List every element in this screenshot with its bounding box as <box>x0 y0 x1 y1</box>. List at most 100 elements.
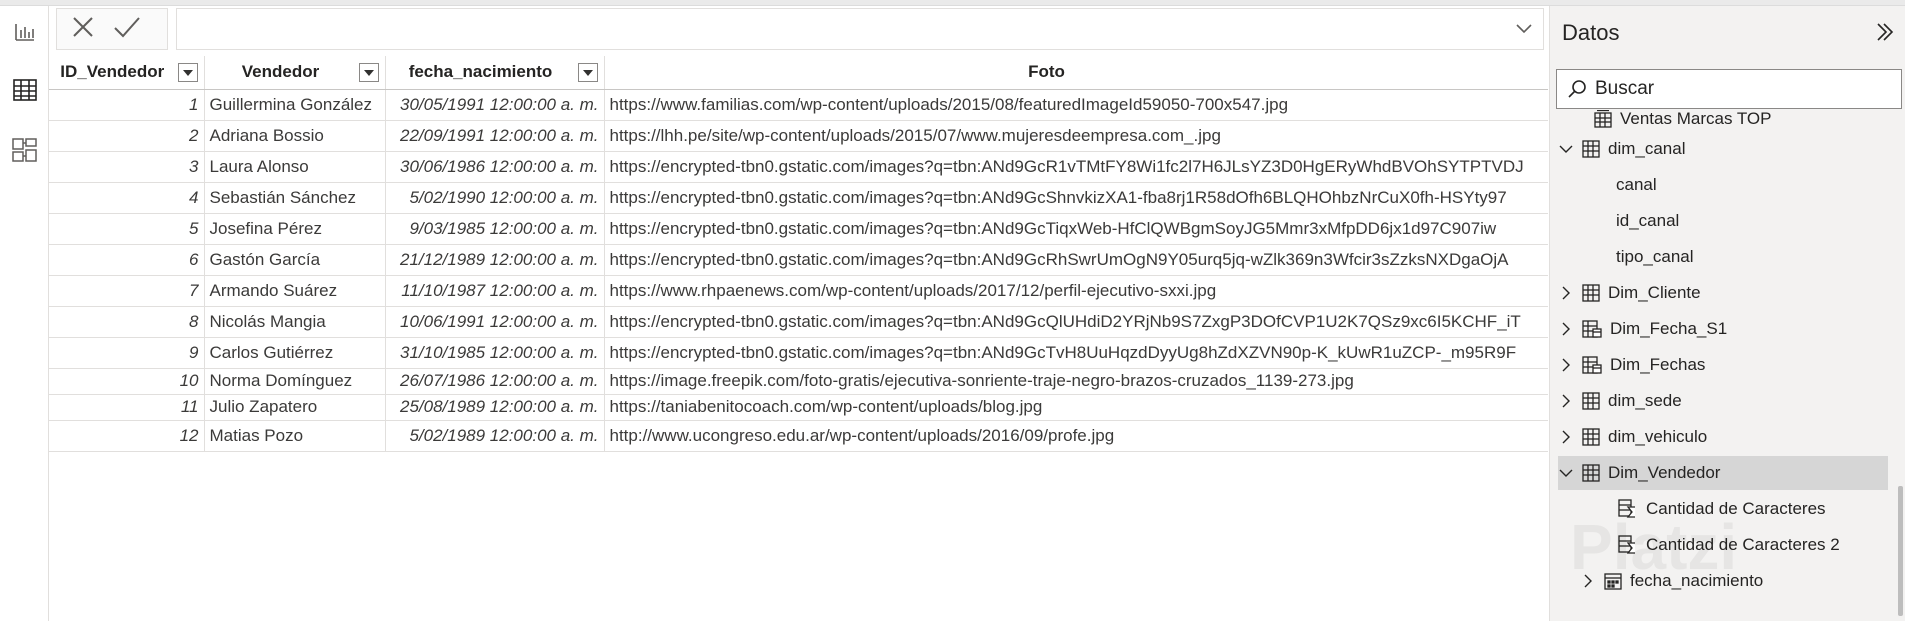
chevron-right-icon[interactable] <box>1558 430 1574 444</box>
search-icon <box>1568 80 1586 98</box>
tree-item-tipo-canal[interactable]: tipo_canal <box>1616 240 1694 274</box>
chevron-right-icon[interactable] <box>1558 358 1574 372</box>
pane-scrollbar[interactable] <box>1898 486 1903 616</box>
tree-item-dim-fechas[interactable]: Dim_Fechas <box>1558 348 1705 382</box>
column-header-fecha-nacimiento[interactable]: fecha_nacimiento <box>385 56 605 90</box>
column-header-id-vendedor[interactable]: ID_Vendedor <box>49 56 205 90</box>
table-row[interactable]: 10 Norma Domínguez 26/07/1986 12:00:00 a. … <box>49 368 1548 395</box>
cell-id[interactable]: 3 <box>49 151 205 183</box>
cell-id[interactable]: 5 <box>49 213 205 245</box>
chevron-right-icon[interactable] <box>1558 286 1574 300</box>
cell-fecha[interactable]: 21/12/1989 12:00:00 a. m. <box>385 244 605 276</box>
cell-foto[interactable]: https://encrypted-tbn0.gstatic.com/image… <box>604 213 1548 245</box>
data-view-button[interactable] <box>0 68 49 112</box>
chevron-down-icon[interactable] <box>1558 468 1574 478</box>
table-row[interactable]: 4 Sebastián Sánchez 5/02/1990 12:00:00 a. … <box>49 182 1548 214</box>
table-row[interactable]: 8 Nicolás Mangia 10/06/1991 12:00:00 a. m.… <box>49 306 1548 338</box>
collapse-pane-button[interactable] <box>1875 22 1895 47</box>
filter-dropdown-button[interactable] <box>177 63 198 82</box>
table-row[interactable]: 9 Carlos Gutiérrez 31/10/1985 12:00:00 a. … <box>49 337 1548 369</box>
cell-vendedor[interactable]: Laura Alonso <box>204 151 386 183</box>
cell-id[interactable]: 7 <box>49 275 205 307</box>
cell-id[interactable]: 12 <box>49 420 205 452</box>
watermark-logo: Platzi <box>1570 511 1738 583</box>
cell-foto[interactable]: https://image.freepik.com/foto-gratis/ej… <box>604 368 1548 395</box>
cell-foto[interactable]: https://www.rhpaenews.com/wp-content/upl… <box>604 275 1548 307</box>
table-row[interactable]: 11 Julio Zapatero 25/08/1989 12:00:00 a. m… <box>49 394 1548 421</box>
tree-item-dim-vendedor[interactable]: Dim_Vendedor <box>1558 456 1888 490</box>
cell-vendedor[interactable]: Nicolás Mangia <box>204 306 386 338</box>
data-grid: ID_Vendedor Vendedor fecha_nacimiento Fo… <box>49 56 1548 621</box>
cell-vendedor[interactable]: Carlos Gutiérrez <box>204 337 386 369</box>
table-row[interactable]: 3 Laura Alonso 30/06/1986 12:00:00 a. m. ht… <box>49 151 1548 183</box>
expand-formula-button[interactable] <box>1515 22 1533 40</box>
table-row[interactable]: 5 Josefina Pérez 9/03/1985 12:00:00 a. m. h… <box>49 213 1548 245</box>
cell-vendedor[interactable]: Guillermina González <box>204 89 386 121</box>
table-row[interactable]: 6 Gastón García 21/12/1989 12:00:00 a. m. h… <box>49 244 1548 276</box>
tree-item-dim-vehiculo[interactable]: dim_vehiculo <box>1558 420 1707 454</box>
cell-id[interactable]: 1 <box>49 89 205 121</box>
cell-foto[interactable]: https://encrypted-tbn0.gstatic.com/image… <box>604 151 1548 183</box>
double-chevron-right-icon <box>1877 23 1894 41</box>
cell-foto[interactable]: https://encrypted-tbn0.gstatic.com/image… <box>604 306 1548 338</box>
cell-fecha[interactable]: 22/09/1991 12:00:00 a. m. <box>385 120 605 152</box>
cell-id[interactable]: 10 <box>49 368 205 395</box>
cell-vendedor[interactable]: Sebastián Sánchez <box>204 182 386 214</box>
cell-fecha[interactable]: 26/07/1986 12:00:00 a. m. <box>385 368 605 395</box>
tree-item-dim-fecha-s1[interactable]: Dim_Fecha_S1 <box>1558 312 1727 346</box>
table-row[interactable]: 2 Adriana Bossio 22/09/1991 12:00:00 a. m.… <box>49 120 1548 152</box>
tree-item-canal[interactable]: canal <box>1616 168 1657 202</box>
cell-id[interactable]: 9 <box>49 337 205 369</box>
cell-foto[interactable]: http://www.ucongreso.edu.ar/wp-content/u… <box>604 420 1548 452</box>
tree-item-id-canal[interactable]: id_canal <box>1616 204 1679 238</box>
cell-foto[interactable]: https://encrypted-tbn0.gstatic.com/image… <box>604 244 1548 276</box>
table-row[interactable]: 7 Armando Suárez 11/10/1987 12:00:00 a. m.… <box>49 275 1548 307</box>
cell-id[interactable]: 11 <box>49 394 205 421</box>
column-header-foto[interactable]: Foto <box>604 56 1548 90</box>
cell-id[interactable]: 8 <box>49 306 205 338</box>
cell-vendedor[interactable]: Adriana Bossio <box>204 120 386 152</box>
filter-dropdown-button[interactable] <box>358 63 379 82</box>
cell-fecha[interactable]: 30/06/1986 12:00:00 a. m. <box>385 151 605 183</box>
cell-foto[interactable]: https://lhh.pe/site/wp-content/uploads/2… <box>604 120 1548 152</box>
cell-fecha[interactable]: 10/06/1991 12:00:00 a. m. <box>385 306 605 338</box>
cell-foto[interactable]: https://encrypted-tbn0.gstatic.com/image… <box>604 182 1548 214</box>
cell-fecha[interactable]: 5/02/1990 12:00:00 a. m. <box>385 182 605 214</box>
cell-fecha[interactable]: 30/05/1991 12:00:00 a. m. <box>385 89 605 121</box>
cell-fecha[interactable]: 31/10/1985 12:00:00 a. m. <box>385 337 605 369</box>
model-view-button[interactable] <box>0 128 49 172</box>
chevron-right-icon[interactable] <box>1558 322 1574 336</box>
tree-item-label: id_canal <box>1616 211 1680 230</box>
table-row[interactable]: 1 Guillermina González 30/05/1991 12:00:00… <box>49 89 1548 121</box>
cell-vendedor[interactable]: Josefina Pérez <box>204 213 386 245</box>
cell-foto[interactable]: https://taniabenitocoach.com/wp-content/… <box>604 394 1548 421</box>
cell-id[interactable]: 4 <box>49 182 205 214</box>
tree-item-dim-canal[interactable]: dim_canal <box>1558 132 1686 166</box>
search-input[interactable] <box>1595 78 1885 100</box>
cell-foto[interactable]: https://encrypted-tbn0.gstatic.com/image… <box>604 337 1548 369</box>
filter-dropdown-button[interactable] <box>577 63 598 82</box>
cell-fecha[interactable]: 11/10/1987 12:00:00 a. m. <box>385 275 605 307</box>
cell-id[interactable]: 6 <box>49 244 205 276</box>
cell-foto[interactable]: https://www.familias.com/wp-content/uplo… <box>604 89 1548 121</box>
tree-item-dim-sede[interactable]: dim_sede <box>1558 384 1682 418</box>
cell-vendedor[interactable]: Julio Zapatero <box>204 394 386 421</box>
chevron-down-icon[interactable] <box>1558 144 1574 154</box>
cell-fecha[interactable]: 5/02/1989 12:00:00 a. m. <box>385 420 605 452</box>
cell-fecha[interactable]: 25/08/1989 12:00:00 a. m. <box>385 394 605 421</box>
cell-vendedor[interactable]: Gastón García <box>204 244 386 276</box>
cell-fecha[interactable]: 9/03/1985 12:00:00 a. m. <box>385 213 605 245</box>
formula-input[interactable] <box>176 8 1544 50</box>
column-header-vendedor[interactable]: Vendedor <box>204 56 386 90</box>
chevron-right-icon[interactable] <box>1558 394 1574 408</box>
cell-id[interactable]: 2 <box>49 120 205 152</box>
cell-vendedor[interactable]: Norma Domínguez <box>204 368 386 395</box>
cell-vendedor[interactable]: Armando Suárez <box>204 275 386 307</box>
tree-item-dim-cliente[interactable]: Dim_Cliente <box>1558 276 1701 310</box>
report-view-button[interactable] <box>0 10 49 54</box>
cell-vendedor[interactable]: Matias Pozo <box>204 420 386 452</box>
cancel-button[interactable] <box>71 15 95 44</box>
commit-button[interactable] <box>113 16 141 43</box>
tree-item-ventas-marcas-top[interactable]: Ventas Marcas TOP <box>1570 102 1772 136</box>
table-row[interactable]: 12 Matias Pozo 5/02/1989 12:00:00 a. m. htt… <box>49 420 1548 452</box>
